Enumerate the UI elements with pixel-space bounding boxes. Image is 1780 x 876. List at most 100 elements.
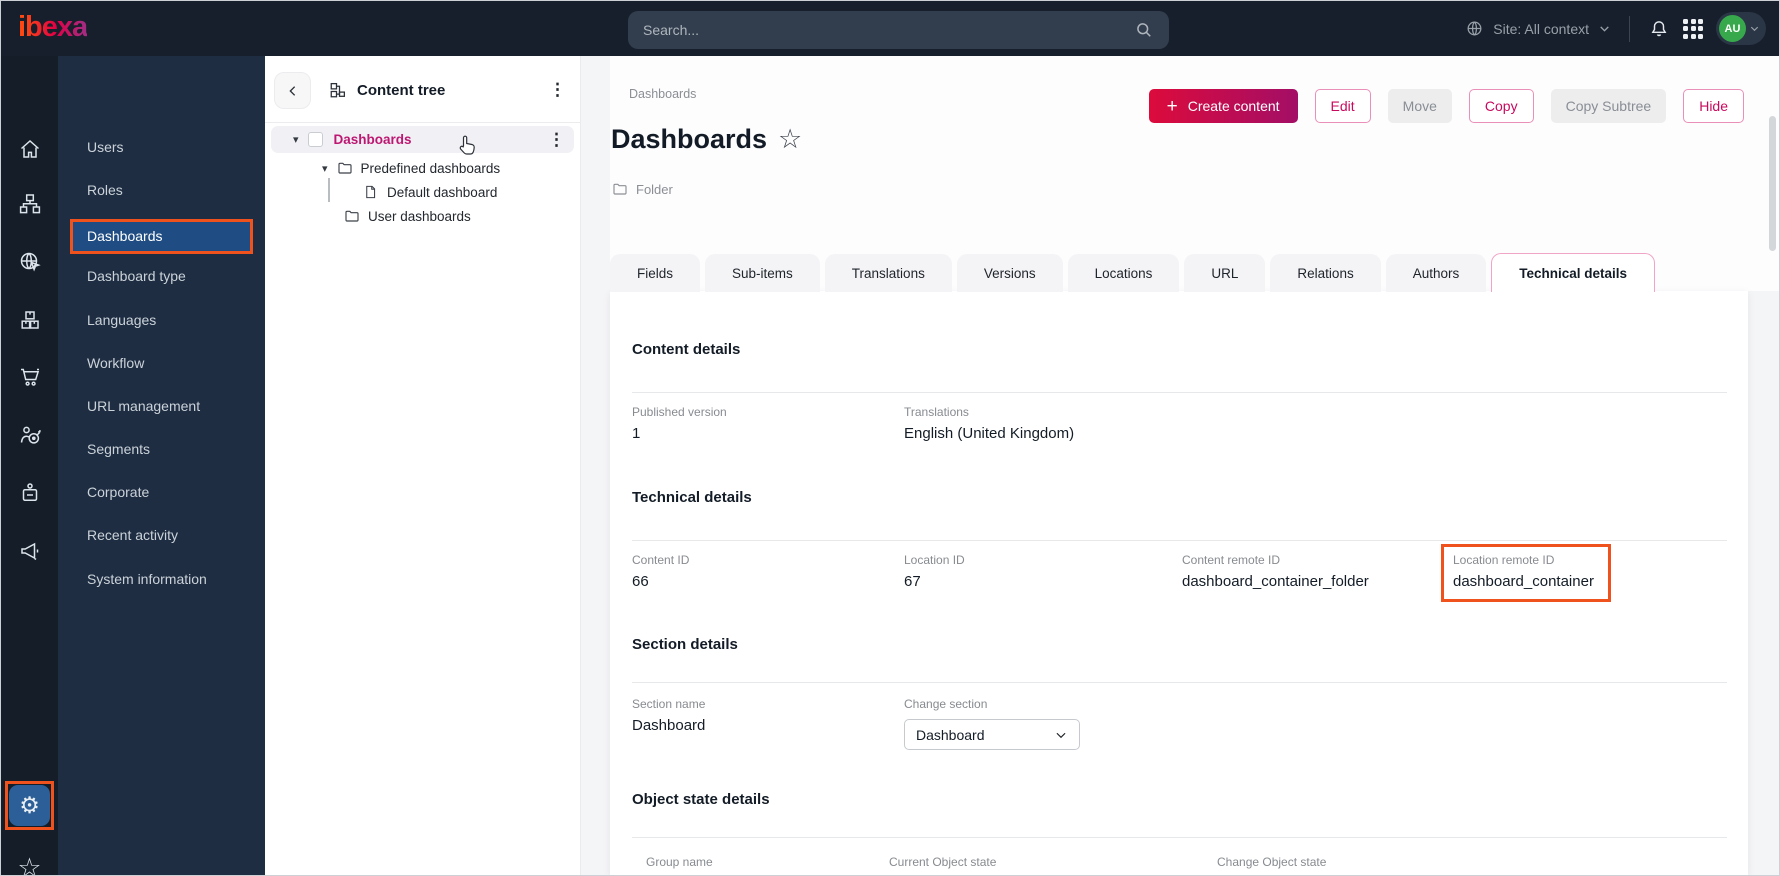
column-current-object-state: Current Object state bbox=[889, 855, 996, 869]
tab-versions[interactable]: Versions bbox=[957, 254, 1063, 292]
search-icon[interactable] bbox=[1134, 20, 1154, 40]
tab-url[interactable]: URL bbox=[1184, 254, 1265, 292]
field-location-id: Location ID 67 bbox=[904, 553, 1182, 602]
sidebar-item-roles[interactable]: Roles bbox=[58, 176, 265, 205]
move-button[interactable]: Move bbox=[1388, 89, 1452, 123]
tab-authors[interactable]: Authors bbox=[1386, 254, 1487, 292]
sidebar-item-corporate[interactable]: Corporate bbox=[58, 478, 265, 507]
app-switcher-grid-icon[interactable] bbox=[1683, 19, 1703, 39]
tab-technical-details[interactable]: Technical details bbox=[1491, 253, 1655, 292]
section-heading-content-details: Content details bbox=[632, 341, 740, 358]
field-section-name: Section name Dashboard bbox=[632, 697, 904, 750]
sidebar-item-segments[interactable]: Segments bbox=[58, 435, 265, 464]
sidebar-item-system-information[interactable]: System information bbox=[58, 565, 265, 594]
marketing-target-icon[interactable] bbox=[18, 423, 42, 452]
section-heading-object-state-details: Object state details bbox=[632, 791, 770, 808]
settings-gear-icon[interactable]: ⚙ bbox=[9, 785, 50, 826]
tab-relations[interactable]: Relations bbox=[1270, 254, 1380, 292]
field-content-remote-id: Content remote ID dashboard_container_fo… bbox=[1182, 553, 1453, 602]
edit-button[interactable]: Edit bbox=[1315, 89, 1371, 123]
divider bbox=[632, 540, 1727, 541]
folder-icon bbox=[344, 208, 360, 224]
corporate-badge-icon[interactable] bbox=[18, 481, 42, 510]
top-bar: ibexa Site: All context bbox=[1, 1, 1779, 56]
tree-item-predefined-dashboards[interactable]: ▾ Predefined dashboards bbox=[322, 156, 500, 180]
tab-locations[interactable]: Locations bbox=[1068, 254, 1180, 292]
notifications-bell-icon[interactable] bbox=[1648, 18, 1670, 40]
bookmarks-star-icon[interactable]: ☆ bbox=[17, 853, 41, 876]
sidebar-item-url-management[interactable]: URL management bbox=[58, 392, 265, 421]
ibexa-admin-screen: ibexa Site: All context bbox=[0, 0, 1780, 876]
copy-subtree-button[interactable]: Copy Subtree bbox=[1551, 89, 1667, 123]
tree-item-label: Dashboards bbox=[334, 132, 412, 147]
sidebar-item-dashboard-type[interactable]: Dashboard type bbox=[58, 262, 265, 291]
tree-item-label: Default dashboard bbox=[387, 185, 497, 200]
product-catalog-icon[interactable] bbox=[18, 308, 42, 337]
caret-down-icon[interactable]: ▾ bbox=[293, 133, 299, 146]
sidebar-item-users[interactable]: Users bbox=[58, 133, 265, 162]
tree-item-kebab-icon[interactable]: ⋮ bbox=[548, 131, 565, 148]
content-type-label: Folder bbox=[636, 182, 673, 197]
search-input[interactable] bbox=[643, 22, 1134, 38]
tree-item-label: Predefined dashboards bbox=[361, 161, 501, 176]
breadcrumb[interactable]: Dashboards bbox=[629, 87, 696, 101]
divider bbox=[632, 392, 1727, 393]
tree-item-default-dashboard[interactable]: Default dashboard bbox=[363, 180, 497, 204]
chevron-down-icon bbox=[1054, 728, 1068, 742]
tree-item-user-dashboards[interactable]: User dashboards bbox=[344, 204, 471, 228]
chevron-down-icon bbox=[1749, 23, 1760, 34]
section-heading-technical-details: Technical details bbox=[632, 489, 752, 506]
tab-translations[interactable]: Translations bbox=[825, 254, 952, 292]
topbar-divider bbox=[1629, 16, 1630, 42]
create-content-button[interactable]: + Create content bbox=[1149, 89, 1298, 123]
sidebar-item-dashboards[interactable]: Dashboards bbox=[70, 219, 253, 254]
bookmark-star-icon[interactable]: ☆ bbox=[778, 126, 802, 153]
hide-button[interactable]: Hide bbox=[1683, 89, 1744, 123]
tree-options-kebab-icon[interactable]: ⋮ bbox=[549, 81, 566, 98]
tab-fields[interactable]: Fields bbox=[610, 254, 700, 292]
user-menu[interactable]: AU bbox=[1716, 12, 1766, 45]
field-published-version: Published version 1 bbox=[632, 405, 904, 442]
tree-indent-line bbox=[328, 178, 330, 202]
copy-button[interactable]: Copy bbox=[1469, 89, 1534, 123]
global-search[interactable] bbox=[628, 11, 1169, 49]
commerce-cart-icon[interactable] bbox=[18, 365, 42, 394]
campaign-megaphone-icon[interactable] bbox=[18, 539, 42, 568]
sidebar-item-languages[interactable]: Languages bbox=[58, 306, 265, 335]
site-context-switcher[interactable]: Site: All context bbox=[1465, 19, 1611, 38]
topbar-right-cluster: Site: All context AU bbox=[1465, 1, 1766, 56]
column-group-name: Group name bbox=[646, 855, 713, 869]
tree-item-dashboards[interactable]: ▾ Dashboards ⋮ bbox=[271, 126, 574, 153]
site-context-label: Site: All context bbox=[1493, 21, 1589, 37]
field-content-id: Content ID 66 bbox=[632, 553, 904, 602]
plus-icon: + bbox=[1167, 97, 1178, 116]
change-section-dropdown[interactable]: Dashboard bbox=[904, 719, 1080, 750]
content-tree-panel: Content tree ⋮ ▾ Dashboards ⋮ ▾ Predefin… bbox=[265, 56, 581, 876]
folder-icon bbox=[337, 160, 353, 176]
tree-checkbox[interactable] bbox=[308, 132, 323, 147]
collapse-tree-button[interactable] bbox=[274, 72, 311, 109]
content-type-row: Folder bbox=[612, 181, 673, 197]
section-heading-section-details: Section details bbox=[632, 636, 738, 653]
content-tree-header: Content tree ⋮ bbox=[265, 56, 580, 123]
tab-sub-items[interactable]: Sub-items bbox=[705, 254, 820, 292]
avatar: AU bbox=[1719, 15, 1746, 42]
column-change-object-state: Change Object state bbox=[1217, 855, 1326, 869]
ibexa-logo[interactable]: ibexa bbox=[18, 11, 87, 44]
site-globe-icon[interactable] bbox=[18, 250, 42, 279]
content-structure-icon[interactable] bbox=[18, 192, 42, 221]
technical-details-card: Content details Published version 1 Tran… bbox=[610, 291, 1748, 875]
caret-down-icon[interactable]: ▾ bbox=[322, 162, 328, 175]
content-tree-icon bbox=[329, 81, 347, 99]
sidebar-item-workflow[interactable]: Workflow bbox=[58, 349, 265, 378]
divider bbox=[632, 837, 1727, 838]
divider bbox=[632, 682, 1727, 683]
scrollbar-thumb[interactable] bbox=[1769, 116, 1776, 251]
icon-rail: ⚙ ☆ bbox=[1, 56, 58, 876]
field-translations: Translations English (United Kingdom) bbox=[904, 405, 1727, 442]
field-location-remote-id-highlighted: Location remote ID dashboard_container bbox=[1441, 544, 1611, 602]
home-icon[interactable] bbox=[18, 137, 42, 166]
folder-icon bbox=[612, 181, 628, 197]
page-title: Dashboards bbox=[611, 124, 767, 155]
sidebar-item-recent-activity[interactable]: Recent activity bbox=[58, 521, 265, 550]
